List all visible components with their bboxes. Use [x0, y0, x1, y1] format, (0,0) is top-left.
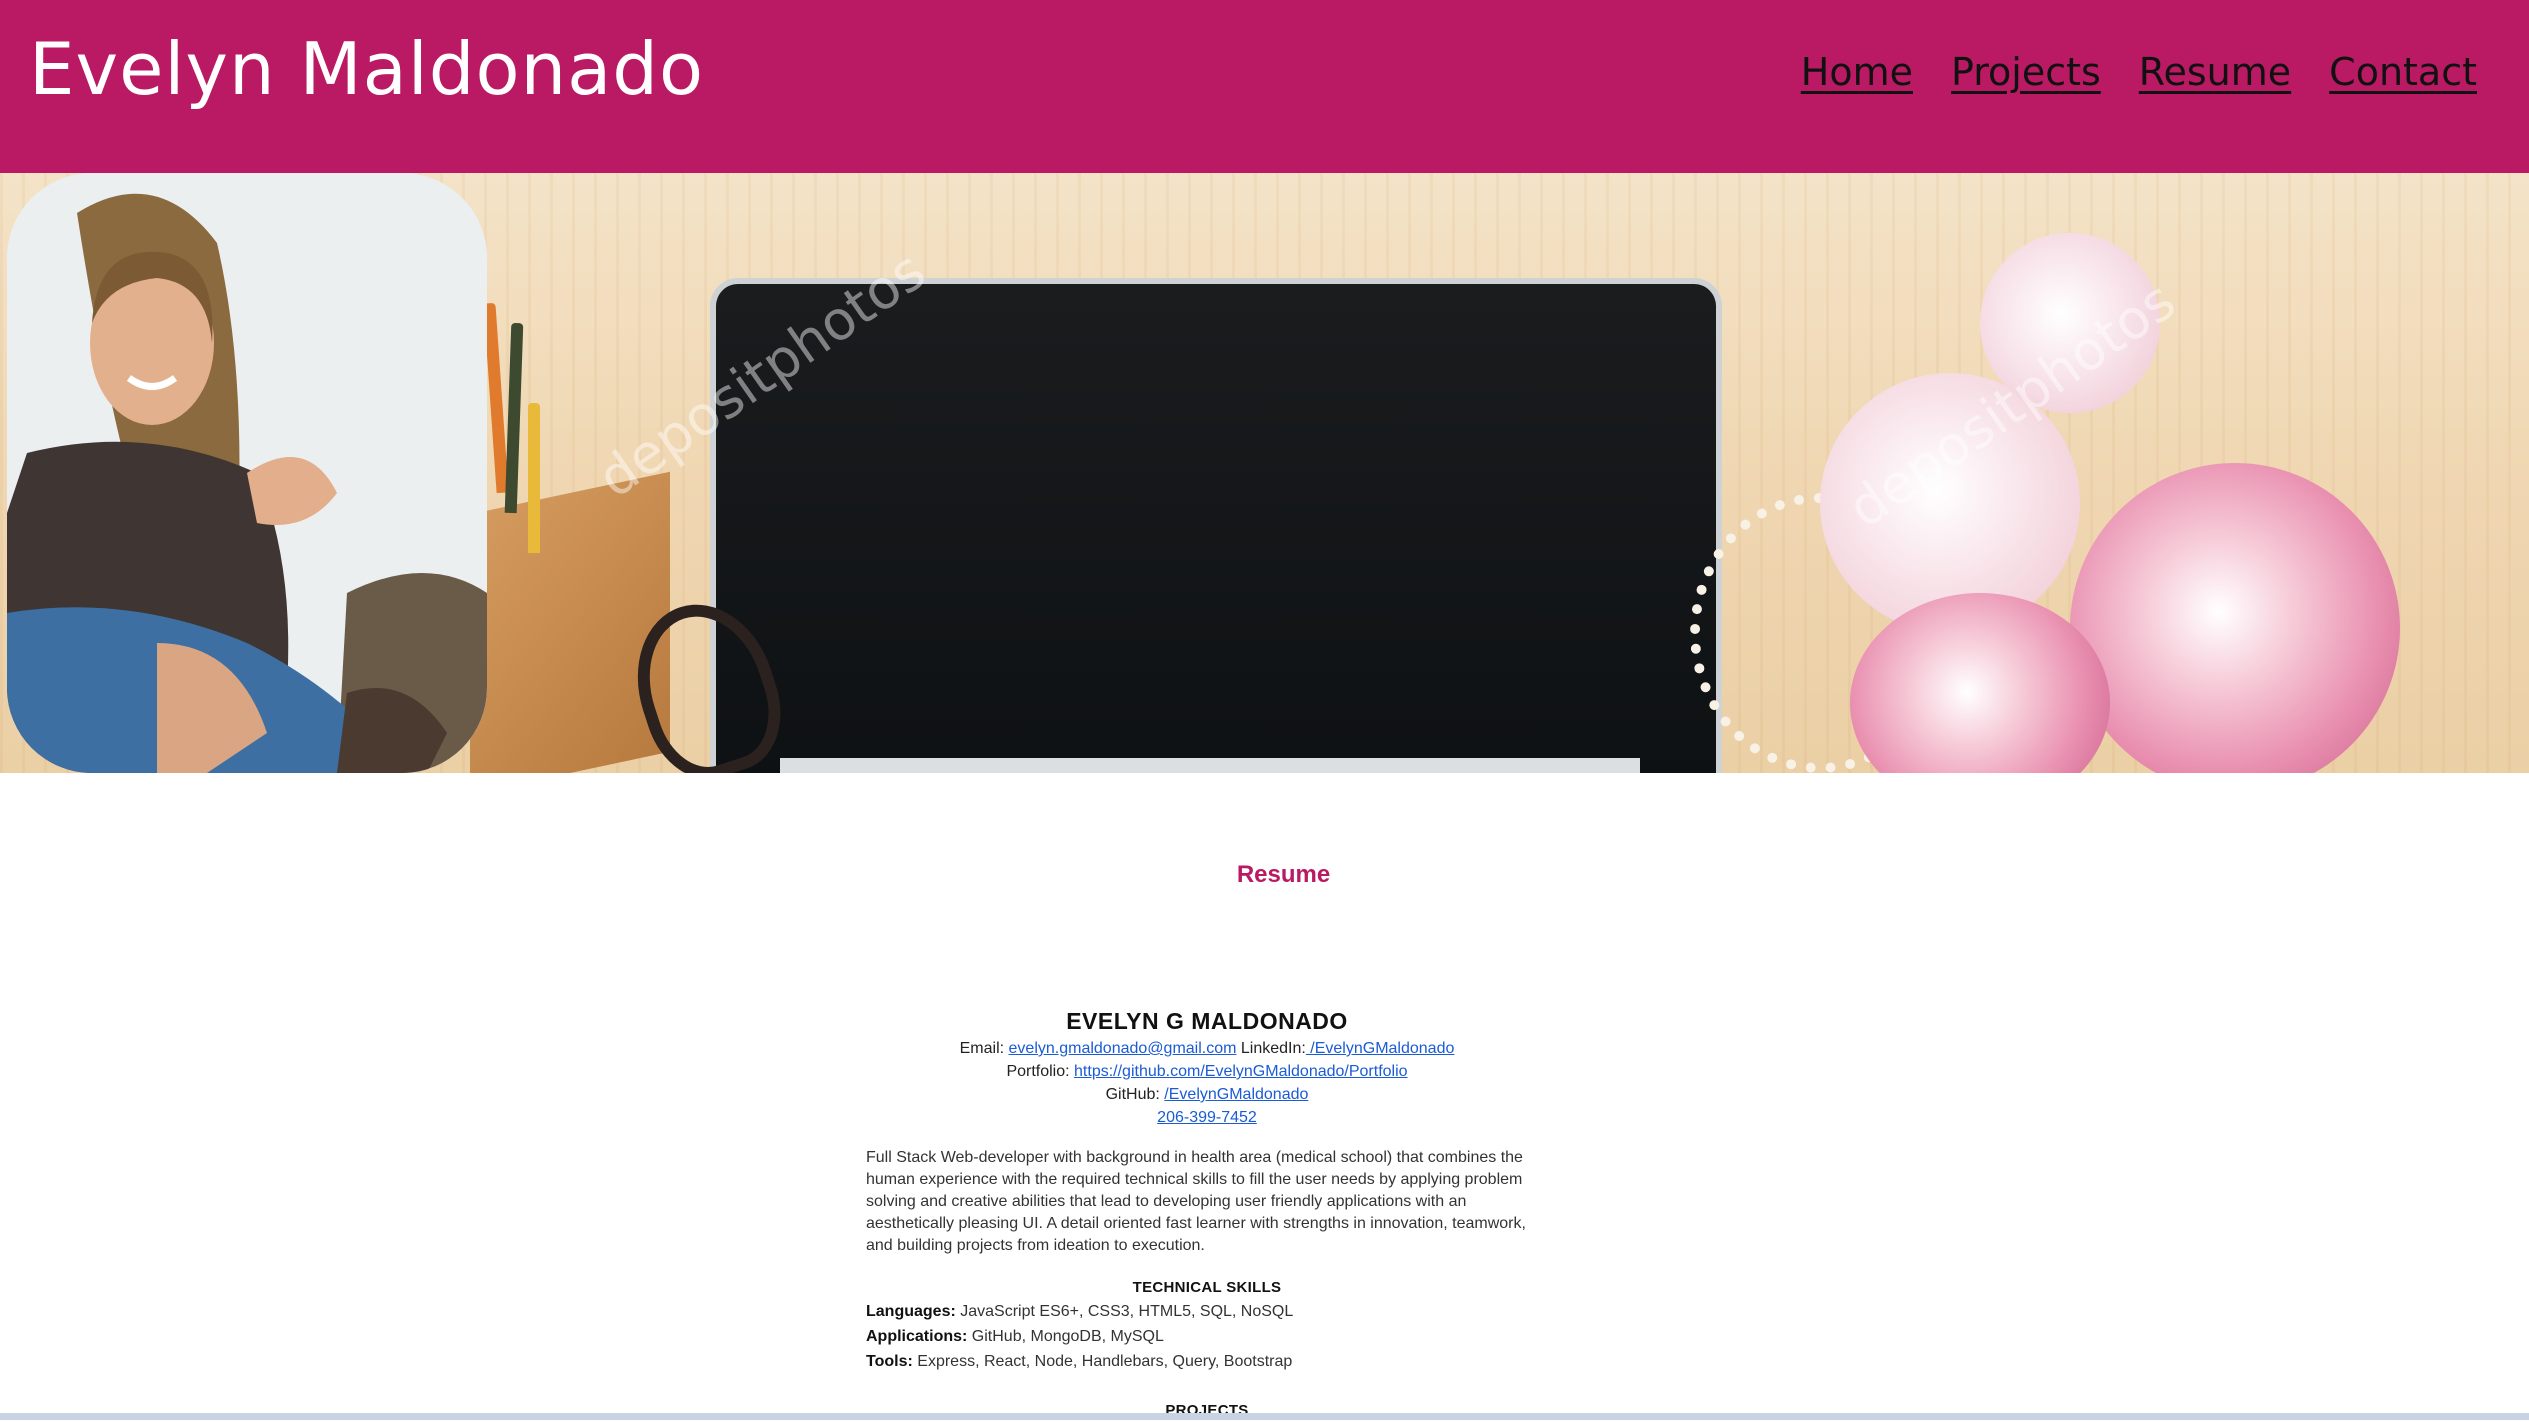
- main-nav: Home Projects Resume Contact: [1801, 44, 2477, 100]
- skill-row-applications: Applications: GitHub, MongoDB, MySQL: [866, 1324, 1548, 1349]
- linkedin-label: LinkedIn:: [1240, 1040, 1306, 1057]
- phone-link[interactable]: 206-399-7452: [1157, 1109, 1257, 1126]
- pencil-graphic: [483, 302, 509, 494]
- skill-label: Languages:: [866, 1303, 956, 1320]
- nav-contact-link[interactable]: Contact: [2329, 44, 2477, 100]
- github-label: GitHub:: [1105, 1086, 1160, 1103]
- resume-contact-line-github: GitHub: /EvelynGMaldonado: [866, 1083, 1548, 1106]
- laptop-graphic: [710, 278, 1722, 773]
- portfolio-link[interactable]: https://github.com/EvelynGMaldonado/Port…: [1074, 1063, 1408, 1080]
- nav-projects-link[interactable]: Projects: [1951, 44, 2101, 100]
- skill-label: Tools:: [866, 1353, 913, 1370]
- portfolio-label: Portfolio:: [1006, 1063, 1070, 1080]
- resume-contact-line-portfolio: Portfolio: https://github.com/EvelynGMal…: [866, 1060, 1548, 1083]
- email-label: Email:: [959, 1040, 1005, 1057]
- bottom-scroll-edge: [0, 1413, 2529, 1420]
- linkedin-link[interactable]: /EvelynGMaldonado: [1306, 1040, 1454, 1057]
- email-link[interactable]: evelyn.gmaldonado@gmail.com: [1009, 1040, 1237, 1057]
- resume-contact-line-email: Email: evelyn.gmaldonado@gmail.com Linke…: [866, 1037, 1548, 1060]
- resume-document: EVELYN G MALDONADO Email: evelyn.gmaldon…: [866, 1005, 1548, 1422]
- site-title: Evelyn Maldonado: [29, 27, 705, 111]
- skill-label: Applications:: [866, 1328, 968, 1345]
- resume-section-title: Resume: [1236, 861, 1331, 888]
- pencil-graphic: [528, 403, 540, 553]
- resume-name: EVELYN G MALDONADO: [1066, 1008, 1348, 1034]
- github-link[interactable]: /EvelynGMaldonado: [1164, 1086, 1308, 1103]
- skill-row-languages: Languages: JavaScript ES6+, CSS3, HTML5,…: [866, 1299, 1548, 1324]
- skill-value: JavaScript ES6+, CSS3, HTML5, SQL, NoSQL: [960, 1303, 1294, 1320]
- nav-resume-link[interactable]: Resume: [2139, 44, 2291, 100]
- rose-graphic: [2070, 463, 2400, 773]
- pencil-graphic: [504, 322, 524, 514]
- profile-photo: [7, 173, 487, 773]
- pencil-cup-graphic: [470, 471, 670, 773]
- technical-skills-heading: TECHNICAL SKILLS: [1132, 1279, 1282, 1296]
- skill-row-tools: Tools: Express, React, Node, Handlebars,…: [866, 1349, 1548, 1374]
- laptop-base-graphic: [780, 758, 1640, 773]
- nav-home-link[interactable]: Home: [1801, 44, 1913, 100]
- resume-summary: Full Stack Web-developer with background…: [866, 1149, 1526, 1254]
- profile-portrait-graphic: [7, 173, 487, 773]
- site-header: Evelyn Maldonado Home Projects Resume Co…: [0, 0, 2529, 173]
- skill-value: Express, React, Node, Handlebars, Query,…: [917, 1353, 1293, 1370]
- resume-contact-line-phone: 206-399-7452: [866, 1106, 1548, 1129]
- skill-value: GitHub, MongoDB, MySQL: [971, 1328, 1164, 1345]
